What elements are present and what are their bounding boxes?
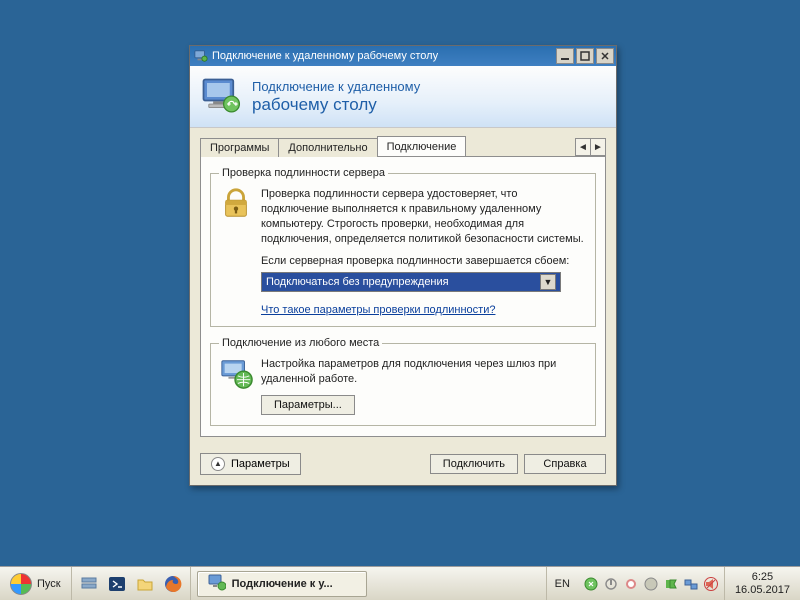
- tray-icon-3[interactable]: [624, 577, 638, 591]
- auth-help-link[interactable]: Что такое параметры проверки подлинности…: [261, 304, 495, 316]
- banner-line2: рабочему столу: [252, 95, 420, 115]
- title-text: Подключение к удаленному рабочему столу: [212, 50, 438, 62]
- maximize-button[interactable]: [576, 48, 594, 64]
- start-button[interactable]: Пуск: [0, 567, 72, 600]
- clock-time: 6:25: [735, 571, 790, 584]
- tray-network-icon[interactable]: [684, 577, 698, 591]
- auth-description: Проверка подлинности сервера удостоверяе…: [261, 187, 587, 246]
- help-button[interactable]: Справка: [524, 454, 606, 474]
- tab-scroll-left[interactable]: ◄: [575, 138, 591, 156]
- tray-icon-1[interactable]: [584, 577, 598, 591]
- tab-scroll-buttons: ◄ ►: [576, 138, 606, 156]
- windows-orb-icon: [10, 573, 32, 595]
- quick-launch: [72, 567, 191, 600]
- start-label: Пуск: [37, 578, 61, 590]
- chevron-up-icon: ▲: [211, 457, 225, 471]
- ql-explorer-icon[interactable]: [132, 571, 158, 597]
- monitor-icon: [200, 76, 242, 118]
- titlebar[interactable]: Подключение к удаленному рабочему столу: [190, 46, 616, 66]
- globe-monitor-icon: [219, 357, 253, 391]
- minimize-button[interactable]: [556, 48, 574, 64]
- group-anywhere-legend: Подключение из любого места: [219, 337, 382, 349]
- dialog-body: Программы Дополнительно Подключение ◄ ► …: [190, 128, 616, 447]
- group-server-auth: Проверка подлинности сервера Проверка по…: [210, 167, 596, 327]
- banner-line1: Подключение к удаленному: [252, 79, 420, 94]
- ql-server-manager-icon[interactable]: [76, 571, 102, 597]
- tab-panel: Проверка подлинности сервера Проверка по…: [200, 156, 606, 437]
- ql-powershell-icon[interactable]: [104, 571, 130, 597]
- ql-firefox-icon[interactable]: [160, 571, 186, 597]
- lock-icon: [219, 187, 253, 221]
- clock-date: 16.05.2017: [735, 584, 790, 597]
- tray-icon-4[interactable]: [644, 577, 658, 591]
- tray-sound-icon[interactable]: [704, 577, 718, 591]
- dialog-footer: ▲ Параметры Подключить Справка: [190, 447, 616, 485]
- close-button[interactable]: [596, 48, 614, 64]
- tab-row: Программы Дополнительно Подключение ◄ ►: [200, 136, 606, 156]
- taskbar-app-button[interactable]: Подключение к у...: [197, 571, 367, 597]
- options-toggle-button[interactable]: ▲ Параметры: [200, 453, 301, 475]
- language-label: EN: [555, 578, 570, 590]
- language-indicator[interactable]: EN: [546, 567, 578, 600]
- system-tray: [578, 567, 724, 600]
- taskbar: Пуск Подключение к у... EN 6:25 16.05.20…: [0, 566, 800, 600]
- tab-scroll-right[interactable]: ►: [590, 138, 606, 156]
- taskbar-app-label: Подключение к у...: [232, 578, 333, 590]
- group-server-auth-legend: Проверка подлинности сервера: [219, 167, 388, 179]
- rdp-window: Подключение к удаленному рабочему столу …: [189, 45, 617, 486]
- tab-connection[interactable]: Подключение: [377, 136, 467, 156]
- taskbar-clock[interactable]: 6:25 16.05.2017: [724, 567, 800, 600]
- taskbar-app-icon: [208, 573, 226, 594]
- tray-icon-2[interactable]: [604, 577, 618, 591]
- tab-advanced[interactable]: Дополнительно: [278, 138, 377, 157]
- chevron-down-icon: ▼: [540, 274, 556, 290]
- tray-flag-icon[interactable]: [664, 577, 678, 591]
- auth-fail-dropdown-value: Подключаться без предупреждения: [266, 276, 449, 288]
- auth-fail-dropdown[interactable]: Подключаться без предупреждения ▼: [261, 272, 561, 292]
- tab-programs[interactable]: Программы: [200, 138, 279, 157]
- options-toggle-label: Параметры: [231, 458, 290, 470]
- app-icon: [194, 49, 208, 63]
- group-connect-anywhere: Подключение из любого места Настройка па…: [210, 337, 596, 426]
- auth-fail-label: Если серверная проверка подлинности заве…: [261, 254, 587, 269]
- header-banner: Подключение к удаленному рабочему столу: [190, 66, 616, 128]
- gateway-params-button[interactable]: Параметры...: [261, 395, 355, 415]
- connect-button[interactable]: Подключить: [430, 454, 518, 474]
- anywhere-description: Настройка параметров для подключения чер…: [261, 357, 587, 387]
